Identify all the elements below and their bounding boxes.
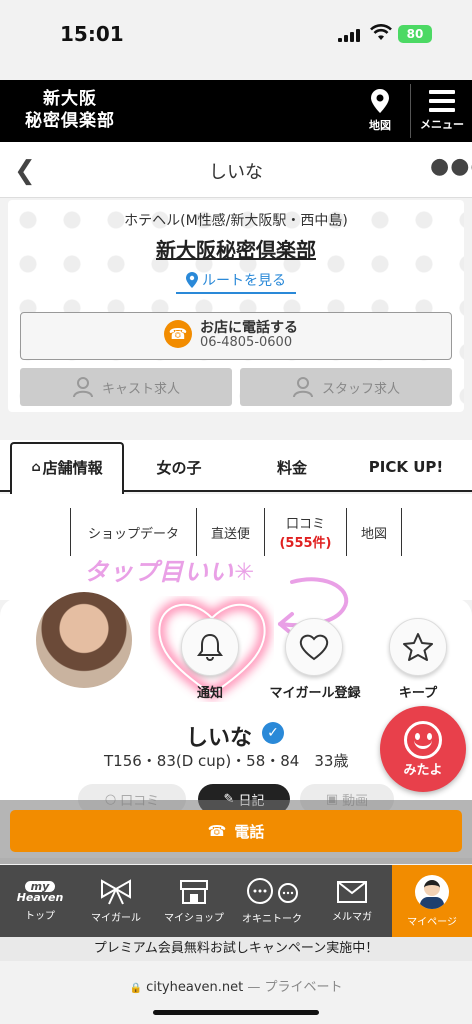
map-pin-icon (371, 89, 389, 113)
mygirl-label: マイガール登録 (269, 686, 361, 701)
home-icon: ⌂ (31, 459, 41, 475)
lock-icon: 🔒 (129, 983, 142, 994)
shop-icon (180, 879, 208, 904)
bell-icon (197, 633, 223, 661)
phone-icon: ☎ (207, 822, 227, 840)
call-shop-label: お店に電話する (200, 320, 298, 336)
nav-mygirl[interactable]: マイガール (78, 865, 154, 937)
shop-logo[interactable]: 新大阪 秘密倶楽部 (20, 88, 120, 132)
keep-label: キープ (398, 686, 438, 701)
verified-check-icon: ✓ (262, 722, 284, 744)
girl-stats: T156・83(D cup)・58・84 33歳 (104, 752, 349, 770)
location-pin-icon (186, 272, 198, 288)
subnav-reviews[interactable]: 口コミ (555件) (264, 508, 346, 556)
premium-promo-banner[interactable]: プレミアム会員無料お試しキャンペーン実施中！ (0, 937, 472, 961)
tap-handwritten-note: タップ目いい✳︎ (84, 558, 256, 586)
nav-okini-talk[interactable]: オキニトーク (234, 865, 310, 937)
nav-mypage[interactable]: マイページ (392, 865, 472, 937)
tab-girls[interactable]: 女の子 (124, 442, 234, 492)
wifi-icon (370, 24, 392, 40)
home-indicator (153, 1010, 319, 1015)
review-count: (555件) (279, 536, 332, 551)
map-button[interactable]: 地図 (352, 80, 408, 142)
nav-mailmag[interactable]: メルマガ (314, 865, 390, 937)
tab-shop-info[interactable]: ⌂ 店舗情報 (12, 442, 122, 492)
notify-label: 通知 (196, 686, 223, 701)
smile-icon (404, 720, 442, 759)
subnav-shop-data[interactable]: ショップデータ (70, 508, 196, 556)
mail-icon (337, 880, 367, 903)
url-text[interactable]: 🔒 cityheaven.net — プライベート (0, 976, 472, 995)
menu-button[interactable]: メニュー (412, 80, 472, 142)
star-icon (403, 633, 433, 661)
subnav-direct[interactable]: 直送便 (196, 508, 264, 556)
chat-bubbles-icon (247, 877, 298, 904)
route-link[interactable]: ルートを見る (176, 268, 296, 294)
subnav-map[interactable]: 地図 (346, 508, 402, 556)
girl-name: しいな (186, 726, 253, 751)
notify-button[interactable] (181, 618, 239, 676)
shop-name-link[interactable]: 新大阪秘密倶楽部 (0, 234, 472, 263)
user-avatar-icon (415, 874, 449, 909)
keep-button[interactable] (389, 618, 447, 676)
signal-icon (338, 28, 362, 42)
mygirl-button[interactable] (285, 618, 343, 676)
phone-icon: ☎ (164, 320, 192, 348)
girl-avatar[interactable] (34, 590, 134, 690)
hamburger-icon (429, 90, 455, 112)
person-icon (292, 377, 313, 398)
shop-category: ホテヘル(M性感/新大阪駅・西中島) (124, 213, 348, 229)
person-icon (72, 377, 93, 398)
heart-icon (299, 634, 329, 661)
myheaven-logo-icon: my Heaven (16, 879, 64, 904)
more-icon[interactable]: ●●● (430, 154, 472, 179)
header-divider (410, 84, 411, 138)
tab-price[interactable]: 料金 (236, 442, 348, 492)
nav-myshop[interactable]: マイショップ (156, 865, 232, 937)
shop-phone-number: 06-4805-0600 (200, 335, 293, 350)
tab-pickup[interactable]: PICK UP! (350, 442, 462, 492)
page-title: しいな (209, 162, 263, 183)
battery-indicator: 80 (398, 25, 432, 43)
staff-recruit-button[interactable]: スタッフ求人 (240, 368, 452, 406)
call-button[interactable]: ☎ 電話 (10, 810, 462, 852)
nav-top[interactable]: my Heaven トップ (2, 865, 78, 937)
cast-recruit-button[interactable]: キャスト求人 (20, 368, 232, 406)
status-time: 15:01 (60, 22, 124, 46)
mitayo-button[interactable]: みたよ (380, 706, 466, 792)
ribbon-icon (101, 878, 131, 904)
